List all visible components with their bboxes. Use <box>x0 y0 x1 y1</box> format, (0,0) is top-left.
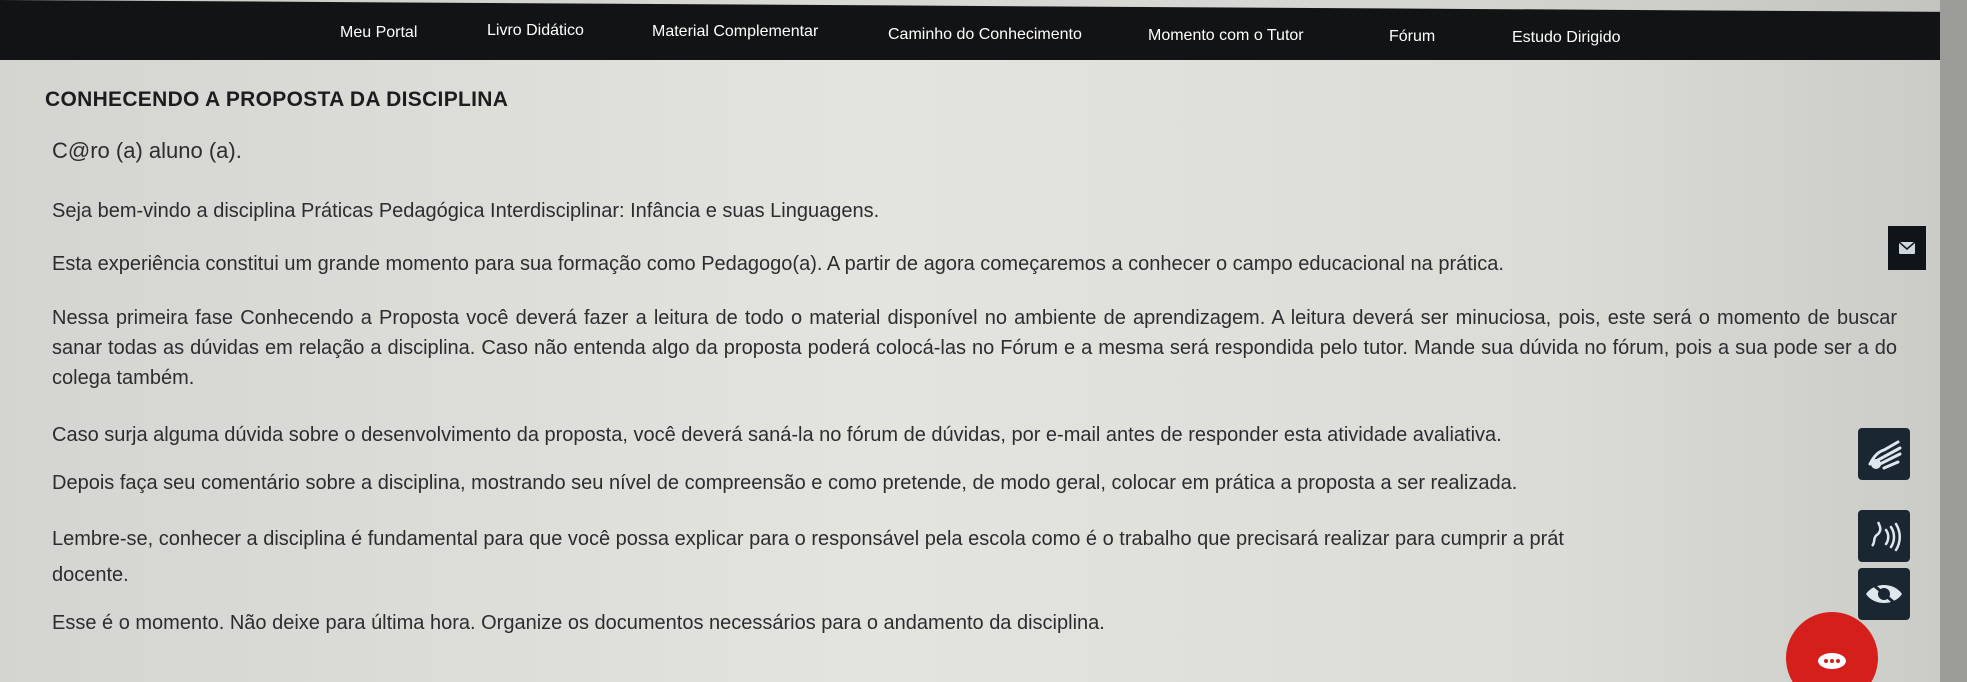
mail-icon <box>1899 242 1915 254</box>
nav-item-caminho-do-conhecimento[interactable]: Caminho do Conhecimento <box>888 26 1082 44</box>
nav-item-material-complementar[interactable]: Material Complementar <box>652 23 818 41</box>
mail-button[interactable] <box>1888 226 1926 270</box>
screen: Meu Portal Livro Didático Material Compl… <box>0 0 1967 682</box>
sign-language-button[interactable] <box>1858 428 1910 480</box>
paragraph-doubts: Caso surja alguma dúvida sobre o desenvo… <box>52 424 1502 446</box>
paragraph-first-phase: Nessa primeira fase Conhecendo a Propost… <box>52 307 1897 389</box>
greeting: C@ro (a) aluno (a). <box>52 138 242 163</box>
low-vision-icon <box>1866 580 1902 608</box>
paragraph-moment: Esse é o momento. Não deixe para última … <box>52 612 1105 634</box>
paragraph-experience: Esta experiência constitui um grande mom… <box>52 253 1504 275</box>
nav-item-momento-com-o-tutor[interactable]: Momento com o Tutor <box>1148 27 1304 45</box>
low-vision-button[interactable] <box>1858 568 1910 620</box>
screen-edge <box>1940 0 1967 682</box>
nav-item-forum[interactable]: Fórum <box>1389 28 1435 46</box>
page-title: CONHECENDO A PROPOSTA DA DISCIPLINA <box>45 88 509 111</box>
sign-language-icon <box>1868 440 1902 470</box>
paragraph-remember-continuation: docente. <box>52 564 129 586</box>
chat-icon <box>1818 653 1846 669</box>
paragraph-welcome: Seja bem-vindo a disciplina Práticas Ped… <box>52 200 880 222</box>
nav-item-meu-portal[interactable]: Meu Portal <box>340 24 417 42</box>
audio-description-icon <box>1871 521 1901 552</box>
audio-description-button[interactable] <box>1858 510 1910 562</box>
nav-item-estudo-dirigido[interactable]: Estudo Dirigido <box>1512 29 1621 47</box>
paragraph-comment: Depois faça seu comentário sobre a disci… <box>52 472 1518 494</box>
paragraph-remember: Lembre-se, conhecer a disciplina é funda… <box>52 528 1564 550</box>
nav-item-livro-didatico[interactable]: Livro Didático <box>487 22 584 40</box>
